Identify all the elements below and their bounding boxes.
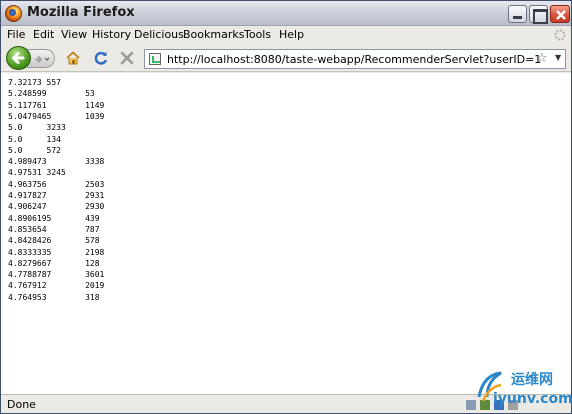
menu-view[interactable]: View <box>61 28 87 41</box>
watermark-domain-text: iyunv.com <box>493 391 572 407</box>
navigation-toolbar: http://localhost:8080/taste-webapp/Recom… <box>1 44 571 72</box>
url-dropdown-icon[interactable]: ▼ <box>555 53 561 62</box>
recommendation-row: 4.853654 787 <box>8 224 100 234</box>
status-text: Done <box>7 398 36 411</box>
menu-edit[interactable]: Edit <box>33 28 54 41</box>
back-arrow-icon <box>12 52 25 64</box>
recommendation-row: 5.0 572 <box>8 145 61 155</box>
address-bar[interactable]: http://localhost:8080/taste-webapp/Recom… <box>144 49 566 69</box>
recommendation-row: 4.8279667 128 <box>8 258 100 268</box>
menu-help[interactable]: Help <box>279 28 304 41</box>
recommendation-row: 4.8906195 439 <box>8 213 100 223</box>
watermark-chinese-text: 运维网 <box>511 372 553 388</box>
recommendation-row: 5.0 3233 <box>8 123 66 133</box>
menu-delicious[interactable]: Delicious <box>134 28 184 41</box>
recommendation-row: 4.917827 2931 <box>8 191 105 200</box>
recommendation-row: 4.767912 2019 <box>8 281 105 291</box>
title-bar[interactable]: Mozilla Firefox <box>1 1 571 26</box>
forward-button[interactable] <box>27 49 55 68</box>
watermark-logo: 运维网 iyunv.com <box>471 363 572 411</box>
recommendation-row: 4.97531 3245 <box>8 168 66 178</box>
recommendation-row: 4.989473 3338 <box>8 157 105 167</box>
recommendation-row: 5.0479465 1039 <box>8 111 105 121</box>
page-content: 7.32173 557 5.248599 53 5.117761 1149 5.047… <box>1 73 571 394</box>
reload-icon[interactable] <box>93 50 109 66</box>
menu-bar: File Edit View History Delicious Bookmar… <box>1 26 571 44</box>
minimize-button[interactable] <box>508 5 527 23</box>
recommendation-row: 7.32173 557 <box>8 78 61 87</box>
recommendation-row: 4.764953 318 <box>8 292 100 302</box>
menu-bookmarks[interactable]: Bookmarks <box>183 28 244 41</box>
menu-history[interactable]: History <box>92 28 131 41</box>
recommendation-row: 4.963756 2503 <box>8 179 105 189</box>
recommendation-row: 5.0 134 <box>8 134 61 144</box>
window-title: Mozilla Firefox <box>27 5 135 20</box>
throbber-icon <box>554 29 566 41</box>
menu-tools[interactable]: Tools <box>244 28 271 41</box>
recommendation-row: 4.8333335 2198 <box>8 247 105 257</box>
close-icon <box>556 10 566 20</box>
maximize-button[interactable] <box>529 5 548 24</box>
url-text[interactable]: http://localhost:8080/taste-webapp/Recom… <box>167 53 541 66</box>
forward-arrow-icon <box>35 55 50 64</box>
firefox-logo-icon <box>5 5 22 22</box>
recommendation-row: 4.7788787 3601 <box>8 270 105 280</box>
recommendation-row: 5.248599 53 <box>8 89 95 99</box>
close-button[interactable] <box>550 5 570 23</box>
back-button[interactable] <box>6 46 31 70</box>
menu-file[interactable]: File <box>7 28 25 41</box>
bookmark-star-icon[interactable]: ☆ <box>536 51 548 66</box>
stop-icon[interactable] <box>119 50 135 66</box>
site-favicon-icon <box>149 53 161 65</box>
recommendation-row: 4.8428426 578 <box>8 236 100 246</box>
browser-window: Mozilla Firefox File Edit View History D… <box>0 0 572 414</box>
recommendation-row: 5.117761 1149 <box>8 100 105 110</box>
recommendation-row: 4.906247 2930 <box>8 202 105 212</box>
home-icon[interactable] <box>65 50 81 66</box>
